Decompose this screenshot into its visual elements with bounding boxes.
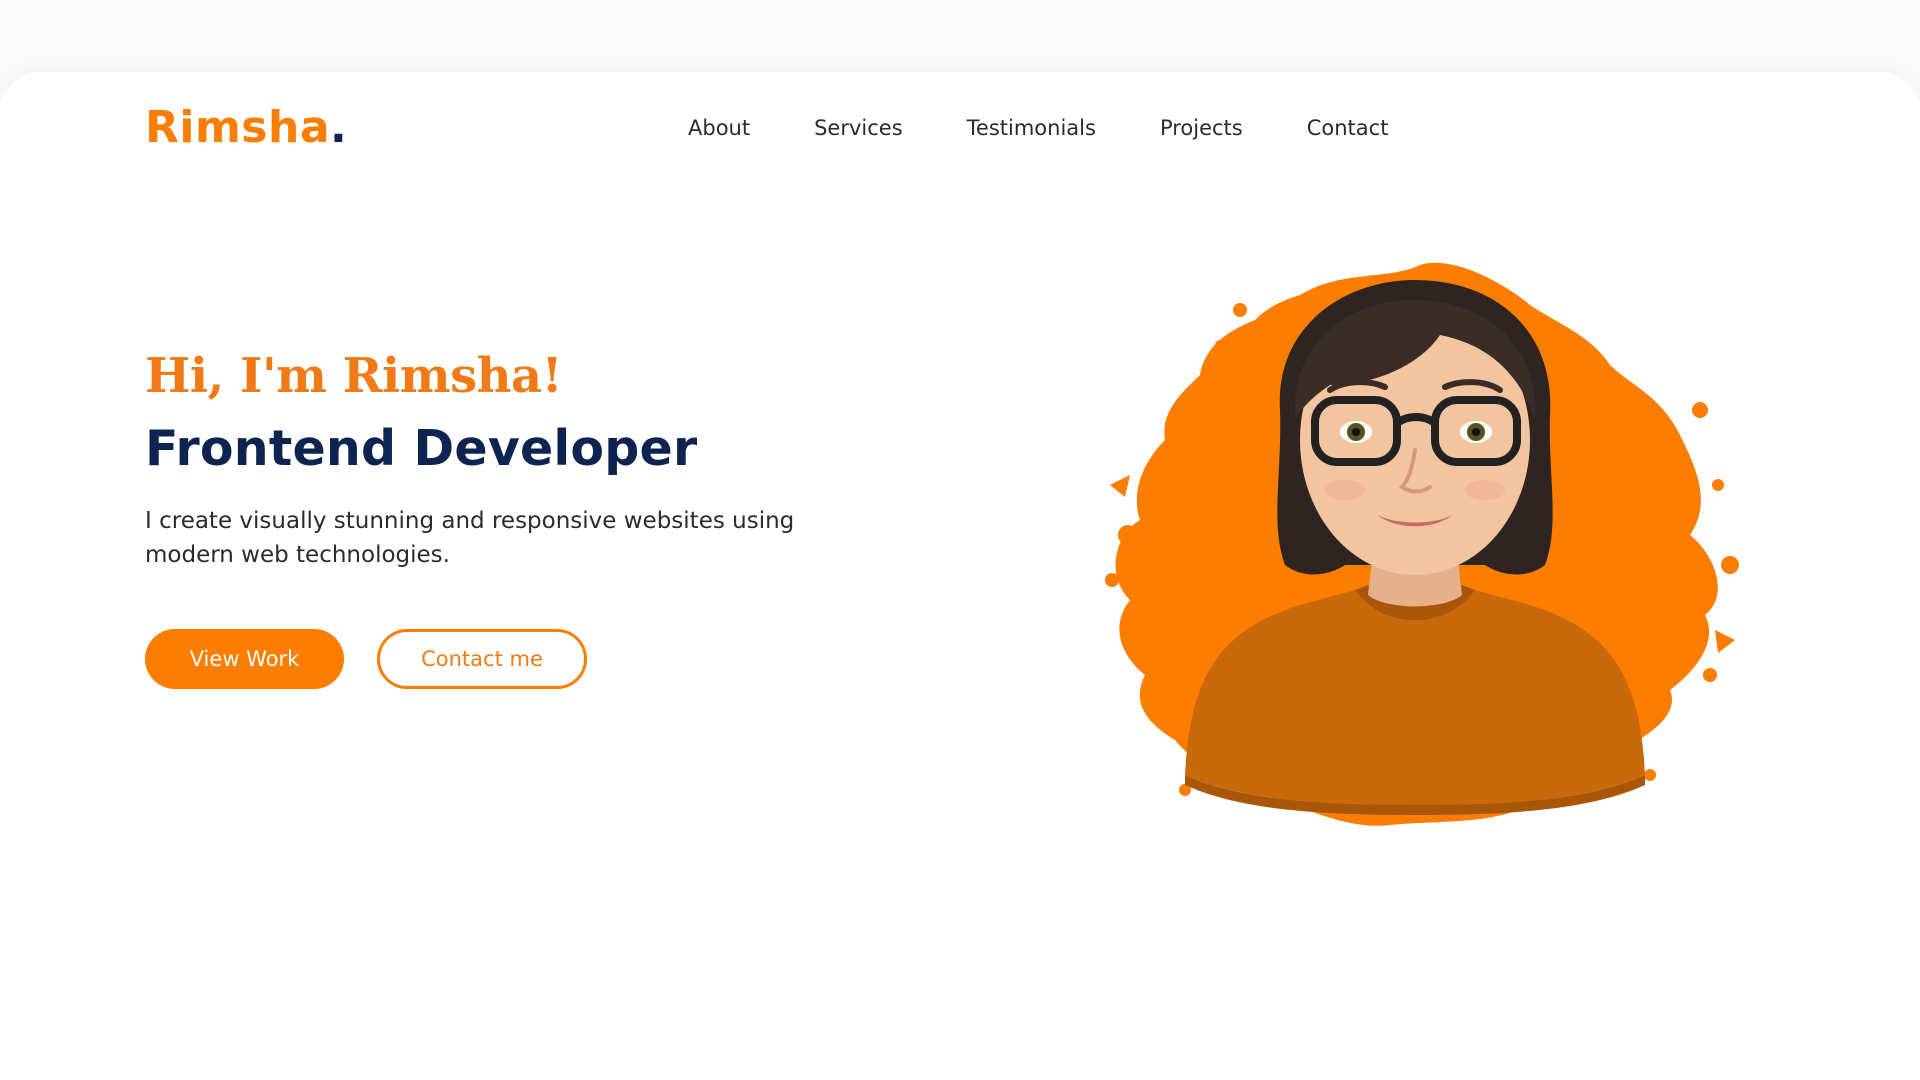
view-work-button[interactable]: View Work [145, 629, 344, 689]
nav-link-contact[interactable]: Contact [1307, 113, 1389, 143]
brand-dot: . [330, 102, 348, 153]
hero-role-title: Frontend Developer [145, 420, 698, 477]
brand-name: Rimsha [145, 102, 331, 153]
hero-description: I create visually stunning and responsiv… [145, 508, 795, 568]
nav-link-projects[interactable]: Projects [1160, 113, 1243, 143]
nav-link-testimonials[interactable]: Testimonials [967, 113, 1096, 143]
hero-greeting: Hi, I'm Rimsha! [145, 348, 563, 404]
nav-link-about[interactable]: About [688, 113, 750, 143]
contact-me-button[interactable]: Contact me [377, 629, 587, 689]
avatar-cheek-right [1465, 480, 1505, 500]
avatar-cheek-left [1325, 480, 1365, 500]
nav-link-services[interactable]: Services [814, 113, 903, 143]
hero-illustration [1090, 235, 1740, 835]
brand-logo[interactable]: Rimsha. [145, 100, 347, 156]
avatar-illustration-icon [1105, 262, 1739, 826]
main-nav: About Services Testimonials Projects Con… [688, 113, 1388, 143]
